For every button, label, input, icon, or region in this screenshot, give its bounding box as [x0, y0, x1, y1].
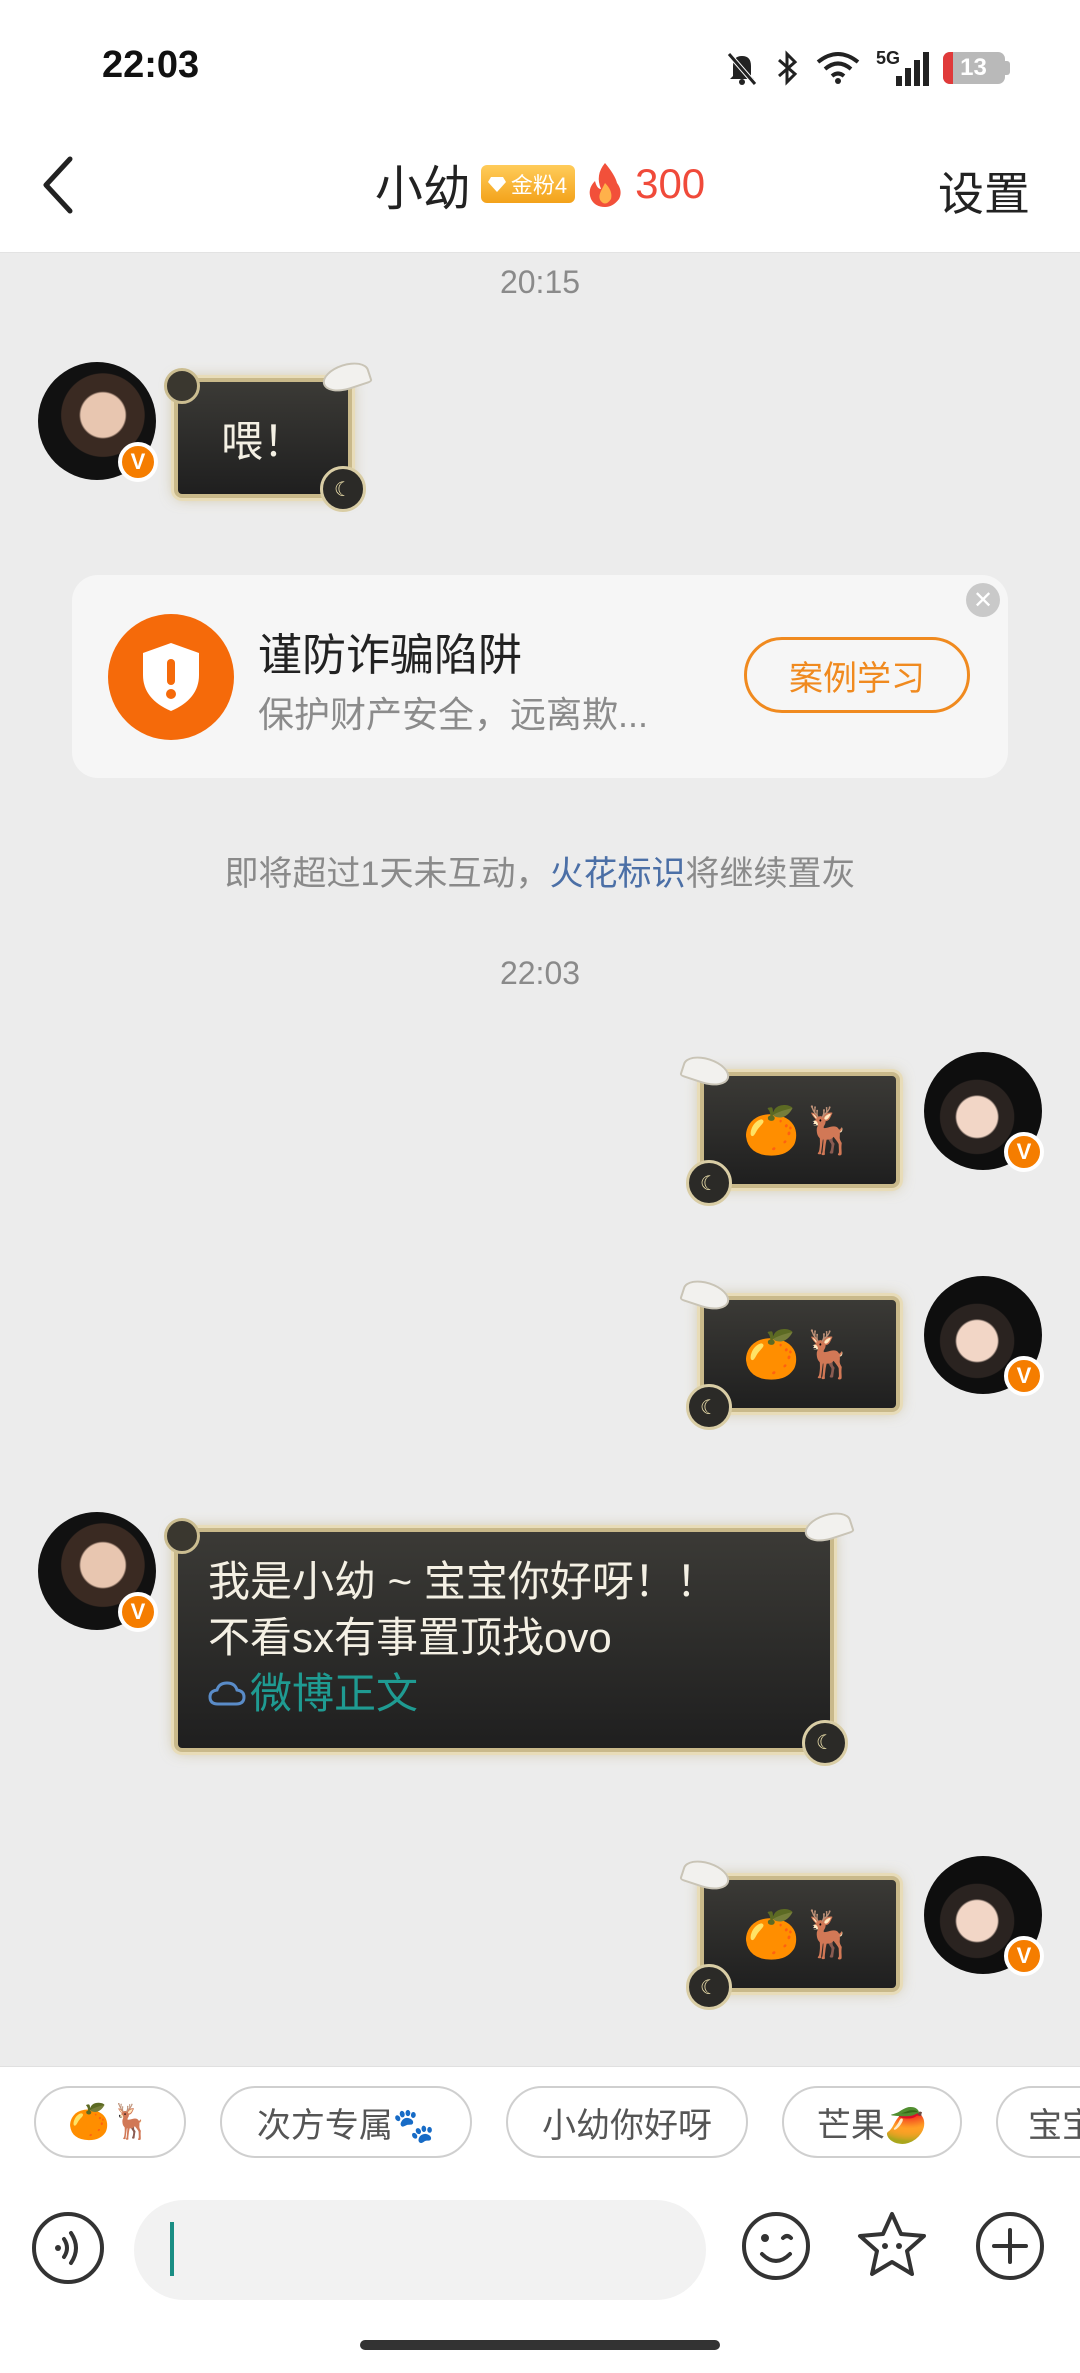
fan-badge-label: 金粉4 — [510, 173, 568, 198]
message-bubble[interactable]: ☾ 🍊🦌 — [679, 1275, 900, 1430]
moon-ornament: ☾ — [686, 1964, 732, 2010]
verified-icon: V — [1004, 1132, 1044, 1172]
bubble-corner-ornament — [164, 368, 200, 404]
wifi-icon — [812, 48, 864, 88]
spark-count: 300 — [635, 160, 706, 207]
spark-notice: 即将超过1天未互动，火花标识将继续置灰 — [0, 846, 1080, 895]
quick-reply-chip[interactable]: 小幼你好呀 — [506, 2086, 748, 2158]
message-bubble[interactable]: ☾ 喂！ — [164, 357, 373, 512]
diamond-icon — [487, 177, 506, 192]
fan-level-badge: 金粉4 — [480, 165, 576, 203]
moon-ornament: ☾ — [320, 466, 366, 512]
message-bubble[interactable]: ☾ 我是小幼 ~ 宝宝你好呀！！ 不看sx有事置顶找ovo 微博正文 — [164, 1507, 855, 1766]
spark-notice-text-end: 将继续置灰 — [685, 855, 856, 893]
avatar-other[interactable]: V — [38, 1512, 158, 1632]
fire-icon — [589, 163, 621, 207]
message-line: 不看sx有事置顶找ovo — [208, 1614, 612, 1661]
plus-button[interactable] — [970, 2206, 1050, 2286]
weibo-link-label: 微博正文 — [250, 1670, 419, 1717]
emoji-icon — [742, 2212, 810, 2280]
moon-ornament: ☾ — [686, 1160, 732, 1206]
moon-ornament: ☾ — [802, 1720, 848, 1766]
wing-ornament — [319, 357, 373, 397]
text-cursor — [170, 2222, 174, 2276]
message-text: 🍊🦌 — [742, 1907, 858, 1960]
wing-ornament — [679, 1051, 733, 1091]
plus-icon — [976, 2212, 1044, 2280]
wing-ornament — [801, 1507, 855, 1547]
avatar-other[interactable]: V — [38, 362, 158, 482]
fraud-card-title: 谨防诈骗陷阱 — [258, 631, 522, 680]
avatar-me[interactable]: V — [924, 1276, 1044, 1396]
bubble-corner-ornament — [164, 1518, 200, 1554]
message-text: 🍊🦌 — [742, 1103, 858, 1156]
message-bubble[interactable]: ☾ 🍊🦌 — [679, 1051, 900, 1206]
spark-notice-text: 即将超过1天未互动， — [224, 855, 550, 893]
message-text: 喂！ — [220, 417, 305, 465]
quick-reply-chip[interactable]: 芒果🥭 — [782, 2086, 962, 2158]
chat-title[interactable]: 小幼 — [375, 149, 471, 219]
home-indicator[interactable] — [360, 2340, 720, 2350]
verified-icon: V — [1004, 1356, 1044, 1396]
cloud-icon — [208, 1681, 246, 1706]
weibo-post-link[interactable]: 微博正文 — [208, 1666, 800, 1722]
fraud-card-description: 保护财产安全，远离欺... — [258, 694, 649, 735]
wing-ornament — [679, 1855, 733, 1895]
timestamp: 22:03 — [499, 955, 581, 991]
status-time: 22:03 — [102, 44, 200, 86]
verified-icon: V — [118, 442, 158, 482]
message-text: 🍊🦌 — [742, 1327, 858, 1380]
settings-button[interactable]: 设置 — [938, 158, 1030, 224]
quick-reply-chip[interactable]: 次方专属🐾 — [220, 2086, 472, 2158]
avatar-me[interactable]: V — [924, 1856, 1044, 1976]
message-bubble[interactable]: ☾ 🍊🦌 — [679, 1855, 900, 2010]
verified-icon: V — [1004, 1936, 1044, 1976]
quick-reply-chip[interactable]: 🍊🦌 — [34, 2086, 186, 2158]
quick-reply-chip[interactable]: 宝宝 — [996, 2086, 1080, 2158]
title-group: 小幼 金粉4 300 — [0, 148, 1080, 220]
mute-bell-icon — [720, 48, 764, 88]
close-icon[interactable]: ✕ — [966, 583, 1000, 617]
spark-info-link[interactable]: 火花标识 — [549, 855, 685, 893]
signal-5g-icon: 5G — [874, 48, 930, 88]
message-line: 我是小幼 ~ 宝宝你好呀！！ — [208, 1558, 718, 1605]
avatar-me[interactable]: V — [924, 1052, 1044, 1172]
message-input[interactable] — [134, 2200, 706, 2300]
battery-level: 13 — [960, 54, 987, 81]
sticker-button[interactable] — [852, 2206, 932, 2286]
moon-ornament: ☾ — [686, 1384, 732, 1430]
case-study-button[interactable]: 案例学习 — [744, 637, 970, 713]
voice-button[interactable] — [32, 2212, 104, 2284]
bluetooth-icon — [770, 48, 804, 88]
sticker-icon — [858, 2212, 926, 2276]
battery-icon: 13 — [940, 48, 1012, 88]
wing-ornament — [679, 1275, 733, 1315]
shield-icon — [108, 614, 234, 740]
network-label: 5G — [876, 48, 901, 68]
voice-icon — [55, 2231, 78, 2265]
verified-icon: V — [118, 1592, 158, 1632]
timestamp: 20:15 — [499, 264, 581, 300]
emoji-button[interactable] — [736, 2206, 816, 2286]
